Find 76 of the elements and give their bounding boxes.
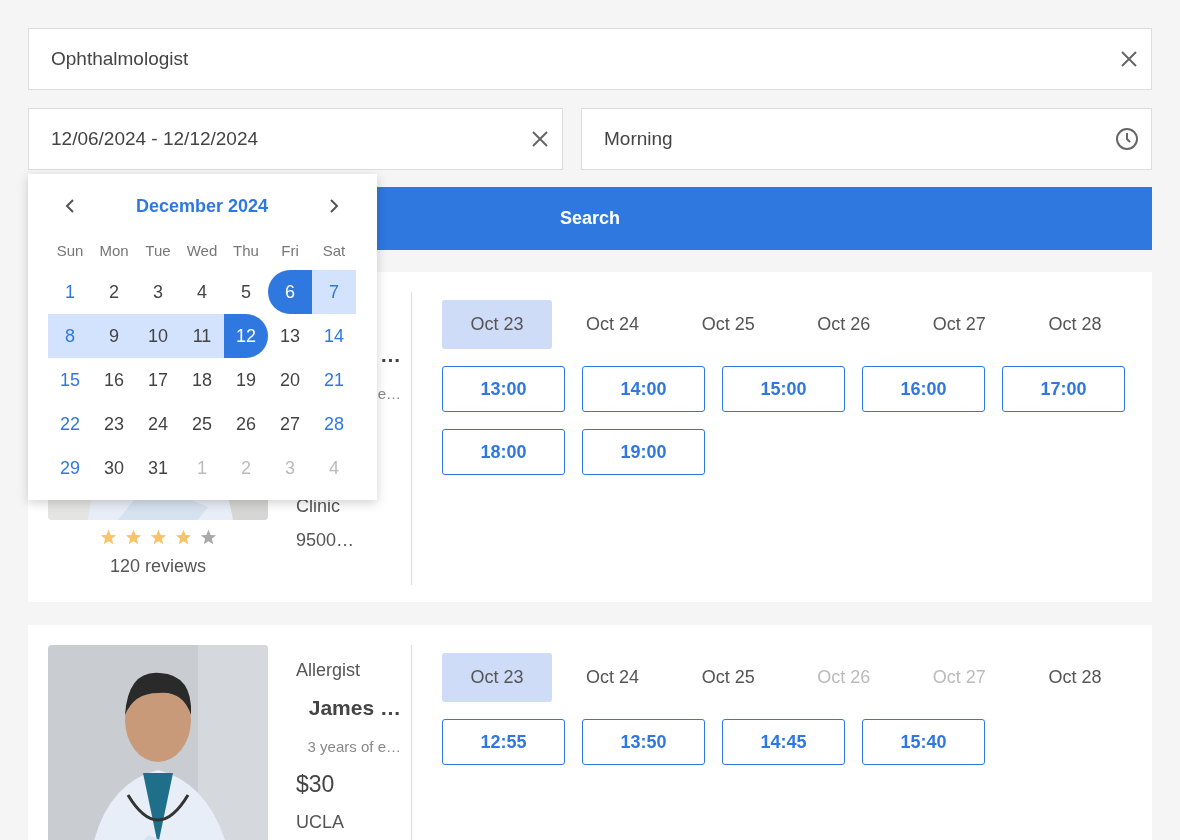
date-tab[interactable]: Oct 24 <box>557 653 668 702</box>
doctor-address: 9500… <box>296 529 355 551</box>
star-icon <box>124 529 142 546</box>
calendar-day[interactable]: 24 <box>136 402 180 446</box>
time-slot-button[interactable]: 19:00 <box>582 429 705 475</box>
calendar-day[interactable]: 6 <box>268 270 312 314</box>
calendar-day[interactable]: 16 <box>92 358 136 402</box>
search-field[interactable]: Ophthalmologist <box>28 28 1152 90</box>
star-icon <box>199 529 217 546</box>
time-slot-button[interactable]: 15:00 <box>722 366 845 412</box>
date-tab[interactable]: Oct 28 <box>1019 653 1130 702</box>
time-slot-button[interactable]: 15:40 <box>862 719 985 765</box>
time-field[interactable]: Morning <box>581 108 1152 170</box>
star-icon <box>99 529 117 546</box>
search-value: Ophthalmologist <box>51 48 189 70</box>
calendar-day[interactable]: 15 <box>48 358 92 402</box>
date-tab[interactable]: Oct 23 <box>442 300 552 349</box>
time-slot-button[interactable]: 14:45 <box>722 719 845 765</box>
date-tab[interactable]: Oct 28 <box>1019 300 1130 349</box>
previous-month-icon[interactable] <box>64 198 76 214</box>
date-range-value: 12/06/2024 - 12/12/2024 <box>51 128 259 150</box>
time-slot-button[interactable]: 12:55 <box>442 719 565 765</box>
doctor-experience: e… <box>377 384 401 402</box>
calendar-day[interactable]: 12 <box>224 314 268 358</box>
close-icon[interactable] <box>1119 49 1139 69</box>
calendar-day[interactable]: 21 <box>312 358 356 402</box>
close-icon[interactable] <box>530 129 550 149</box>
calendar-day[interactable]: 2 <box>92 270 136 314</box>
date-tab[interactable]: Oct 25 <box>673 653 784 702</box>
star-icon <box>149 529 167 546</box>
calendar-day[interactable]: 29 <box>48 446 92 490</box>
calendar-day[interactable]: 20 <box>268 358 312 402</box>
calendar-day[interactable]: 1 <box>48 270 92 314</box>
star-icon <box>174 529 192 546</box>
calendar-day[interactable]: 14 <box>312 314 356 358</box>
calendar-day[interactable]: 5 <box>224 270 268 314</box>
date-range-field[interactable]: 12/06/2024 - 12/12/2024 <box>28 108 563 170</box>
time-slot-button[interactable]: 14:00 <box>582 366 705 412</box>
calendar-day[interactable]: 23 <box>92 402 136 446</box>
time-slot-button[interactable]: 13:00 <box>442 366 565 412</box>
calendar-day[interactable]: 25 <box>180 402 224 446</box>
calendar-day[interactable]: 19 <box>224 358 268 402</box>
calendar-day[interactable]: 9 <box>92 314 136 358</box>
calendar-day[interactable]: 28 <box>312 402 356 446</box>
calendar-day[interactable]: 4 <box>180 270 224 314</box>
doctor-school: UCLA <box>296 811 344 833</box>
time-value: Morning <box>604 128 673 150</box>
doctor-name: … <box>380 343 401 367</box>
time-slot-button[interactable]: 17:00 <box>1002 366 1125 412</box>
time-slot-button[interactable]: 18:00 <box>442 429 565 475</box>
month-title: December 2024 <box>135 195 269 217</box>
next-month-icon[interactable] <box>328 198 340 214</box>
doctor-price: $30 <box>296 770 335 798</box>
review-count: 120 reviews <box>109 556 206 577</box>
date-tab[interactable]: Oct 25 <box>673 300 784 349</box>
calendar-day[interactable]: 18 <box>180 358 224 402</box>
calendar-day[interactable]: 27 <box>268 402 312 446</box>
calendar-day[interactable]: 10 <box>136 314 180 358</box>
time-slot-button[interactable]: 13:50 <box>582 719 705 765</box>
doctor-name: James … <box>308 696 401 720</box>
doctor-specialty: Allergist <box>296 659 361 681</box>
calendar-day[interactable]: 3 <box>136 270 180 314</box>
date-tab[interactable]: Oct 23 <box>442 653 552 702</box>
calendar-day[interactable]: 13 <box>268 314 312 358</box>
date-tab[interactable]: Oct 24 <box>557 300 668 349</box>
date-tab[interactable]: Oct 27 <box>904 300 1015 349</box>
calendar-day[interactable]: 11 <box>180 314 224 358</box>
calendar-day[interactable]: 26 <box>224 402 268 446</box>
doctor-experience: 3 years of e… <box>307 737 401 755</box>
date-tab[interactable]: Oct 26 <box>788 300 899 349</box>
calendar-day[interactable]: 31 <box>136 446 180 490</box>
calendar-day[interactable]: 22 <box>48 402 92 446</box>
calendar-day[interactable]: 30 <box>92 446 136 490</box>
clock-icon <box>1115 127 1139 151</box>
time-slot-button[interactable]: 16:00 <box>862 366 985 412</box>
calendar-day[interactable]: 17 <box>136 358 180 402</box>
